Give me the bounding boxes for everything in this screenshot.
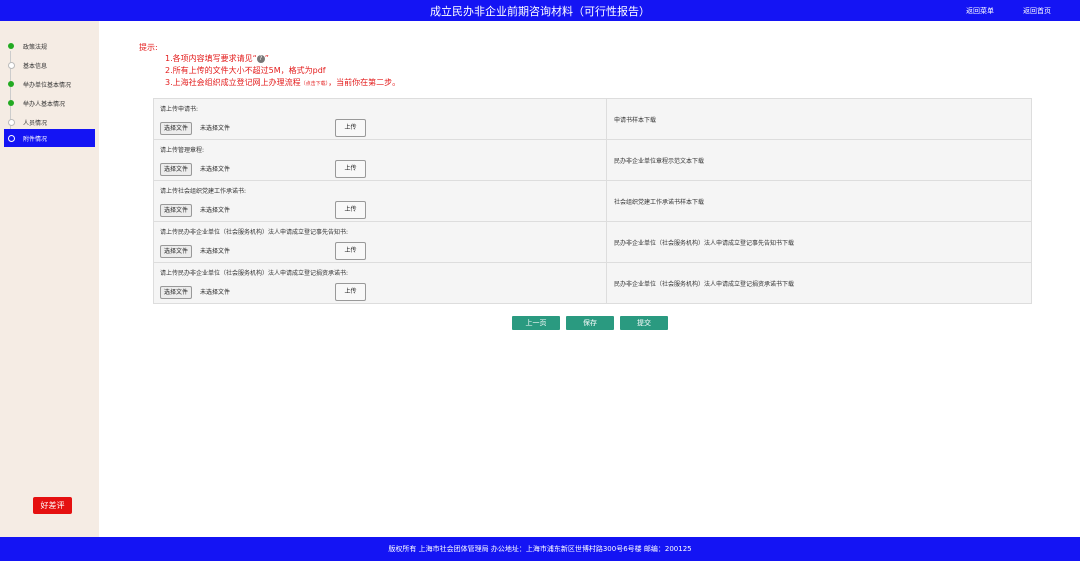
save-button[interactable]: 保存 bbox=[566, 316, 614, 330]
tips-heading: 提示: bbox=[139, 43, 158, 52]
return-home-link[interactable]: 返回首页 bbox=[1023, 6, 1051, 16]
download-link[interactable]: 民办非企业单位（社会服务机构）法人申请成立登记事先告知书下载 bbox=[614, 238, 794, 247]
download-cell: 民办非企业单位（社会服务机构）法人申请成立登记事先告知书下载 bbox=[606, 221, 1032, 263]
help-icon[interactable]: ? bbox=[256, 54, 265, 63]
upload-label: 请上传民办非企业单位（社会服务机构）法人申请成立登记事先告知书: bbox=[160, 229, 349, 236]
no-file-text: 未选择文件 bbox=[200, 125, 231, 132]
upload-button[interactable]: 上传 bbox=[335, 119, 366, 137]
step-complete-icon bbox=[8, 100, 14, 106]
return-menu-link[interactable]: 返回菜单 bbox=[966, 6, 994, 16]
no-file-text: 未选择文件 bbox=[200, 166, 231, 173]
sidebar-item-policy[interactable]: 政策法规 bbox=[4, 37, 95, 55]
sidebar-item-label: 政策法规 bbox=[23, 44, 48, 51]
sidebar-item-basic-info[interactable]: 基本信息 bbox=[4, 56, 95, 74]
review-button[interactable]: 好差评 bbox=[33, 497, 72, 514]
sidebar-item-label: 人员情况 bbox=[23, 120, 48, 127]
sidebar-item-attachments[interactable]: 附件情况 bbox=[4, 129, 95, 147]
table-row: 请上传申请书: 选择文件 未选择文件 上传 申请书样本下载 bbox=[153, 98, 1032, 140]
upload-cell: 请上传民办非企业单位（社会服务机构）法人申请成立登记捐资承诺书: 选择文件 未选… bbox=[153, 262, 607, 304]
tip-text-end: ，当前你在第二步。 bbox=[328, 78, 401, 87]
tip-text-end: ” bbox=[264, 54, 269, 63]
choose-file-button[interactable]: 选择文件 bbox=[160, 122, 193, 135]
choose-file-button[interactable]: 选择文件 bbox=[160, 245, 193, 258]
tip-line-1: 1.各项内容填写要求请见“?” bbox=[165, 53, 269, 65]
no-file-text: 未选择文件 bbox=[200, 248, 231, 255]
submit-button[interactable]: 提交 bbox=[620, 316, 668, 330]
download-process-link[interactable]: （点击下载） bbox=[301, 81, 329, 87]
tip-line-2: 2.所有上传的文件大小不超过5M，格式为pdf bbox=[165, 66, 326, 75]
choose-file-button[interactable]: 选择文件 bbox=[160, 163, 193, 176]
sidebar-item-organizer-person[interactable]: 举办人基本情况 bbox=[4, 94, 95, 112]
step-pending-icon bbox=[8, 119, 15, 126]
upload-label: 请上传社会组织党建工作承诺书: bbox=[160, 188, 247, 195]
download-cell: 民办非企业单位章程示范文本下载 bbox=[606, 139, 1032, 181]
sidebar-item-label: 举办人基本情况 bbox=[23, 101, 66, 108]
prev-page-button[interactable]: 上一页 bbox=[512, 316, 560, 330]
upload-label: 请上传管理章程: bbox=[160, 147, 205, 154]
sidebar-item-organizer-unit[interactable]: 举办单位基本情况 bbox=[4, 75, 95, 93]
upload-table: 请上传申请书: 选择文件 未选择文件 上传 申请书样本下载 请上传管理章程: 选… bbox=[153, 98, 1032, 304]
tip-text: 3.上海社会组织成立登记网上办理流程 bbox=[165, 78, 301, 87]
table-row: 请上传民办非企业单位（社会服务机构）法人申请成立登记事先告知书: 选择文件 未选… bbox=[153, 221, 1032, 263]
upload-cell: 请上传申请书: 选择文件 未选择文件 上传 bbox=[153, 98, 607, 140]
upload-label: 请上传民办非企业单位（社会服务机构）法人申请成立登记捐资承诺书: bbox=[160, 270, 349, 277]
upload-button[interactable]: 上传 bbox=[335, 283, 366, 301]
upload-cell: 请上传管理章程: 选择文件 未选择文件 上传 bbox=[153, 139, 607, 181]
download-link[interactable]: 申请书样本下载 bbox=[614, 115, 656, 124]
top-bar: 成立民办非企业前期咨询材料（可行性报告） 返回菜单 返回首页 bbox=[0, 0, 1080, 21]
upload-label: 请上传申请书: bbox=[160, 106, 199, 113]
upload-button[interactable]: 上传 bbox=[335, 242, 366, 260]
table-row: 请上传管理章程: 选择文件 未选择文件 上传 民办非企业单位章程示范文本下载 bbox=[153, 139, 1032, 181]
tip-text: 1.各项内容填写要求请见“ bbox=[165, 54, 257, 63]
step-complete-icon bbox=[8, 81, 14, 87]
choose-file-button[interactable]: 选择文件 bbox=[160, 204, 193, 217]
choose-file-button[interactable]: 选择文件 bbox=[160, 286, 193, 299]
step-current-icon bbox=[8, 135, 15, 142]
sidebar: 政策法规 基本信息 举办单位基本情况 举办人基本情况 人员情况 附件情况 bbox=[0, 21, 99, 537]
upload-button[interactable]: 上传 bbox=[335, 160, 366, 178]
download-cell: 社会组织党建工作承诺书样本下载 bbox=[606, 180, 1032, 222]
upload-button[interactable]: 上传 bbox=[335, 201, 366, 219]
upload-cell: 请上传社会组织党建工作承诺书: 选择文件 未选择文件 上传 bbox=[153, 180, 607, 222]
tips-section: 提示: 1.各项内容填写要求请见“?” 2.所有上传的文件大小不超过5M，格式为… bbox=[139, 42, 400, 87]
sidebar-item-label: 举办单位基本情况 bbox=[23, 82, 72, 89]
sidebar-item-label: 附件情况 bbox=[23, 136, 48, 143]
upload-cell: 请上传民办非企业单位（社会服务机构）法人申请成立登记事先告知书: 选择文件 未选… bbox=[153, 221, 607, 263]
download-cell: 申请书样本下载 bbox=[606, 98, 1032, 140]
step-pending-icon bbox=[8, 62, 15, 69]
table-row: 请上传社会组织党建工作承诺书: 选择文件 未选择文件 上传 社会组织党建工作承诺… bbox=[153, 180, 1032, 222]
footer: 版权所有 上海市社会团体管理局 办公地址：上海市浦东新区世博村路300号6号楼 … bbox=[0, 537, 1080, 561]
table-row: 请上传民办非企业单位（社会服务机构）法人申请成立登记捐资承诺书: 选择文件 未选… bbox=[153, 262, 1032, 304]
no-file-text: 未选择文件 bbox=[200, 207, 231, 214]
sidebar-item-label: 基本信息 bbox=[23, 63, 48, 70]
step-complete-icon bbox=[8, 43, 14, 49]
download-link[interactable]: 民办非企业单位（社会服务机构）法人申请成立登记捐资承诺书下载 bbox=[614, 279, 794, 288]
tip-line-3: 3.上海社会组织成立登记网上办理流程（点击下载），当前你在第二步。 bbox=[165, 77, 400, 90]
download-link[interactable]: 社会组织党建工作承诺书样本下载 bbox=[614, 197, 704, 206]
download-cell: 民办非企业单位（社会服务机构）法人申请成立登记捐资承诺书下载 bbox=[606, 262, 1032, 304]
no-file-text: 未选择文件 bbox=[200, 289, 231, 296]
download-link[interactable]: 民办非企业单位章程示范文本下载 bbox=[614, 156, 704, 165]
page-title: 成立民办非企业前期咨询材料（可行性报告） bbox=[430, 5, 650, 18]
